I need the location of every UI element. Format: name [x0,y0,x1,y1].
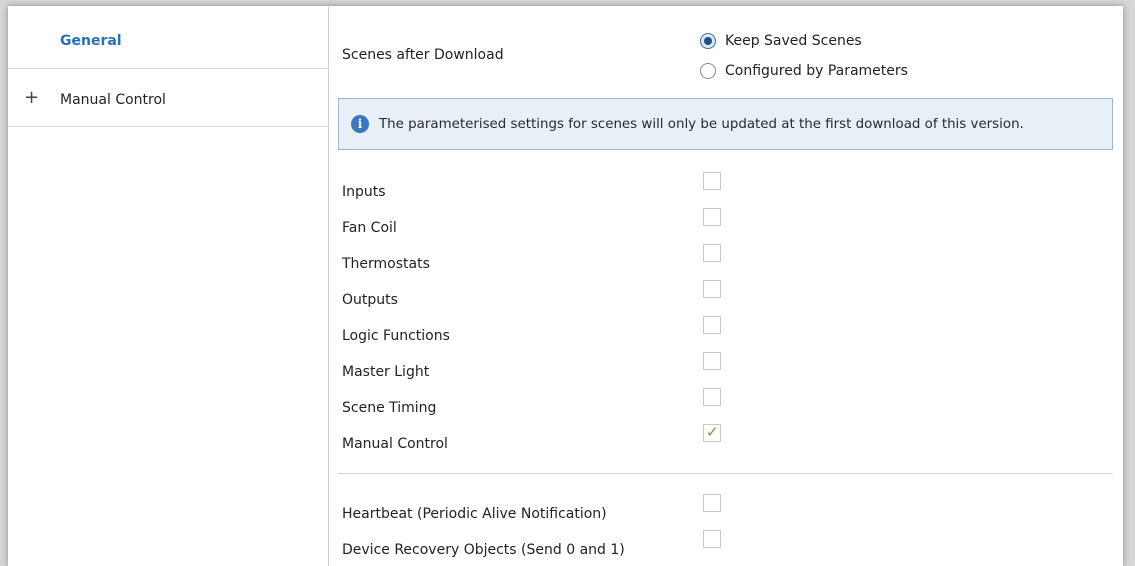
scenes-after-download-label: Scenes after Download [342,47,504,63]
heartbeat-label: Heartbeat (Periodic Alive Notification) [342,506,607,522]
fan-coil-checkbox[interactable] [703,208,721,226]
manual-control-label: Manual Control [342,436,448,452]
section-divider [338,473,1113,474]
radio-keep-saved-scenes[interactable]: Keep Saved Scenes [700,33,862,49]
outputs-label: Outputs [342,292,398,308]
master-light-label: Master Light [342,364,430,380]
logic-functions-checkbox[interactable] [703,316,721,334]
radio-button[interactable] [700,63,716,79]
radio-label: Configured by Parameters [725,63,908,79]
outputs-checkbox[interactable] [703,280,721,298]
inputs-label: Inputs [342,184,386,200]
device-recovery-objects-label: Device Recovery Objects (Send 0 and 1) [342,542,625,558]
logic-functions-label: Logic Functions [342,328,450,344]
sidebar: General + Manual Control [8,6,329,566]
radio-button-checked[interactable] [700,33,716,49]
info-banner: i The parameterised settings for scenes … [338,98,1113,150]
thermostats-label: Thermostats [342,256,430,272]
info-icon: i [351,115,369,133]
checkmark-icon: ✓ [706,423,719,441]
inputs-checkbox[interactable] [703,172,721,190]
scene-timing-checkbox[interactable] [703,388,721,406]
radio-label: Keep Saved Scenes [725,33,862,49]
fan-coil-label: Fan Coil [342,220,397,236]
info-banner-text: The parameterised settings for scenes wi… [379,116,1024,132]
thermostats-checkbox[interactable] [703,244,721,262]
main-panel: Scenes after Download Keep Saved Scenes … [330,6,1123,566]
device-recovery-objects-checkbox[interactable] [703,530,721,548]
manual-control-checkbox[interactable]: ✓ [703,423,721,442]
heartbeat-checkbox[interactable] [703,494,721,512]
radio-configured-by-parameters[interactable]: Configured by Parameters [700,63,908,79]
sidebar-divider [8,68,329,69]
sidebar-item-general[interactable]: General [60,33,122,49]
parameters-window: General + Manual Control Scenes after Do… [8,6,1123,566]
sidebar-divider [8,126,329,127]
plus-icon[interactable]: + [24,89,39,107]
master-light-checkbox[interactable] [703,352,721,370]
sidebar-item-manual-control[interactable]: Manual Control [60,92,166,108]
scene-timing-label: Scene Timing [342,400,437,416]
